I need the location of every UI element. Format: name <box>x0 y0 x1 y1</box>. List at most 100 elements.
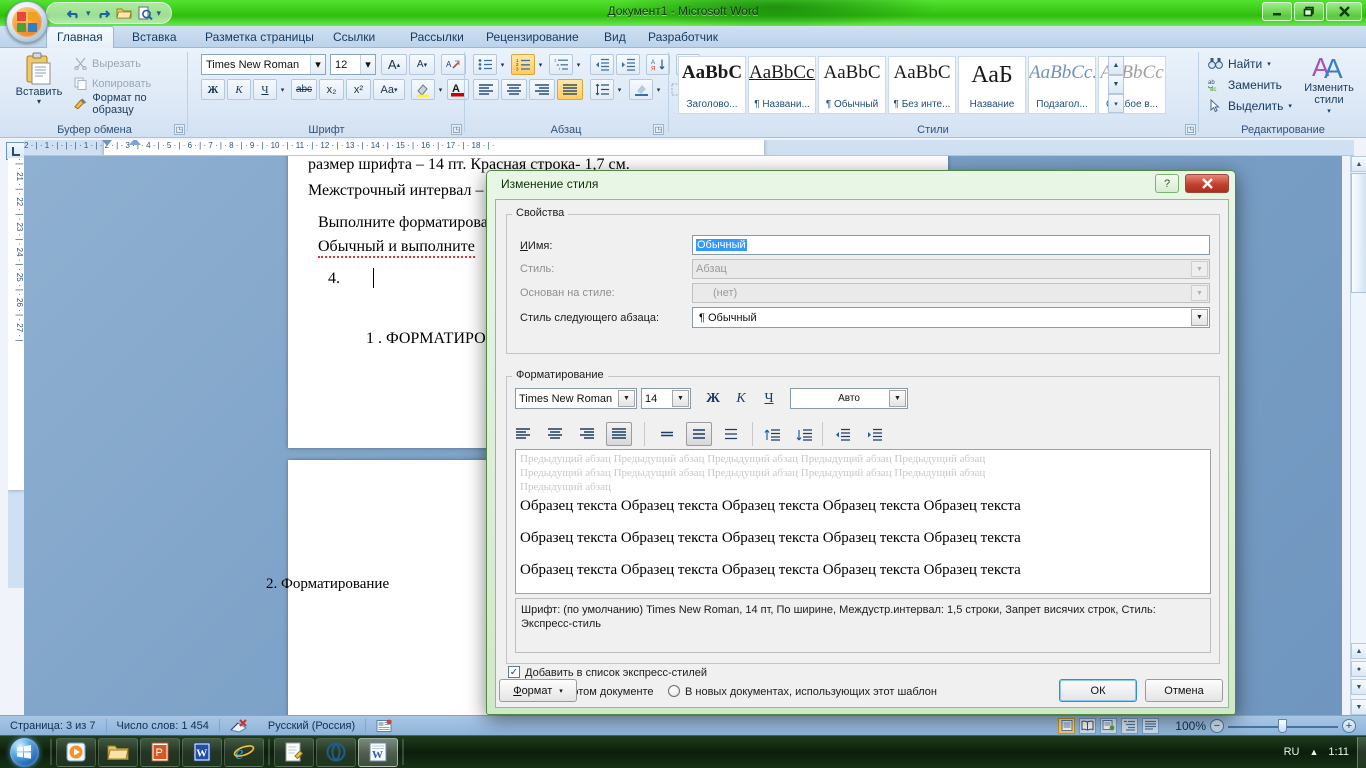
previous-page-button[interactable]: ▲ <box>1351 643 1366 659</box>
scope-new-documents-radio[interactable] <box>668 685 680 697</box>
cancel-button[interactable]: Отмена <box>1145 679 1223 702</box>
increase-indent-icon[interactable] <box>616 54 640 75</box>
view-draft-button[interactable] <box>1142 717 1160 734</box>
cut-button[interactable]: Вырезать <box>72 54 141 73</box>
font-size-dropdown-arrow[interactable]: ▾ <box>360 55 375 74</box>
sort-icon[interactable]: AЯ <box>646 54 670 75</box>
align-left-icon[interactable] <box>473 79 499 100</box>
dialog-help-button[interactable]: ? <box>1155 174 1179 193</box>
tab-view[interactable]: Вид <box>594 26 636 48</box>
undo-button[interactable] <box>65 4 83 22</box>
next-style-select[interactable]: ¶ Обычный ▼ <box>692 307 1210 328</box>
taskbar-powerpoint-icon[interactable]: P <box>140 737 180 767</box>
find-button[interactable]: Найти ▾ <box>1208 53 1271 74</box>
status-language[interactable]: Русский (Россия) <box>258 716 365 736</box>
shading-icon[interactable] <box>629 79 653 100</box>
scrollbar-thumb[interactable] <box>1351 173 1366 293</box>
tab-page-layout[interactable]: Разметка страницы <box>195 26 324 48</box>
ok-button[interactable]: ОК <box>1059 679 1137 702</box>
start-button[interactable] <box>1 737 47 768</box>
dialog-font-size-select[interactable]: 14 ▼ <box>641 388 691 409</box>
format-button-arrow[interactable]: ▾ <box>559 687 563 695</box>
dialog-decrease-indent-icon[interactable] <box>829 422 855 446</box>
style-card-no-spacing[interactable]: AaBbC ¶ Без инте... <box>888 56 956 114</box>
styles-scroll-down-button[interactable]: ▼ <box>1108 75 1124 94</box>
scroll-up-button[interactable]: ▲ <box>1351 156 1366 172</box>
undo-dropdown-arrow[interactable]: ▾ <box>86 8 91 19</box>
close-button[interactable] <box>1326 2 1362 21</box>
dialog-align-center-icon[interactable] <box>542 422 568 446</box>
select-button[interactable]: Выделить ▾ <box>1208 95 1292 116</box>
shading-dropdown-arrow[interactable]: ▾ <box>653 79 664 100</box>
tray-language-indicator[interactable]: RU <box>1284 746 1300 758</box>
numbered-list-icon[interactable]: 123 <box>511 54 535 75</box>
status-proofing-errors-icon[interactable] <box>220 716 258 736</box>
dialog-increase-indent-icon[interactable] <box>861 422 887 446</box>
format-button[interactable]: Формат ▾ <box>499 679 577 702</box>
horizontal-ruler[interactable]: 2 · | · 1 · | · | · | · 1 · | · 2 · | · … <box>24 140 1354 156</box>
tab-mailings[interactable]: Рассылки <box>400 26 474 48</box>
dialog-font-name-dropdown-arrow[interactable]: ▼ <box>618 390 635 407</box>
style-name-input[interactable]: Обычный <box>692 235 1210 255</box>
tab-home[interactable]: Главная <box>46 26 114 48</box>
style-card-subtitle[interactable]: AaBbCc. Подзагол... <box>1028 56 1096 114</box>
dialog-line-spacing-double-icon[interactable] <box>718 422 744 446</box>
shrink-font-button[interactable]: A ▾ <box>409 54 435 75</box>
view-outline-button[interactable] <box>1121 717 1139 734</box>
numbered-list-dropdown-arrow[interactable]: ▾ <box>535 54 546 75</box>
italic-button[interactable]: К <box>227 79 251 100</box>
multilevel-list-icon[interactable]: 1ai <box>549 54 573 75</box>
font-name-dropdown-arrow[interactable]: ▾ <box>310 55 325 74</box>
zoom-out-button[interactable]: − <box>1210 718 1224 733</box>
multilevel-list-dropdown-arrow[interactable]: ▾ <box>573 54 584 75</box>
status-page-number[interactable]: Страница: 3 из 7 <box>0 716 106 736</box>
select-dropdown-arrow[interactable]: ▾ <box>1288 102 1292 110</box>
view-web-layout-button[interactable] <box>1100 717 1118 734</box>
align-justify-icon[interactable] <box>557 79 583 100</box>
dialog-font-color-select[interactable]: Авто ▼ <box>790 388 908 409</box>
highlight-dropdown-arrow[interactable]: ▾ <box>435 79 446 100</box>
vertical-ruler[interactable]: · | · 21 · | · 22 · | · 23 · | · 24 · | … <box>8 158 24 588</box>
bullet-list-dropdown-arrow[interactable]: ▾ <box>497 54 508 75</box>
find-dropdown-arrow[interactable]: ▾ <box>1267 60 1271 68</box>
scroll-down-button[interactable]: ▼ <box>1351 699 1366 715</box>
grow-font-button[interactable]: A ▴ <box>381 54 407 75</box>
subscript-button[interactable]: x₂ <box>319 79 344 100</box>
dialog-align-right-icon[interactable] <box>574 422 600 446</box>
styles-gallery-scrollbar[interactable]: ▲ ▼ ▾ <box>1108 56 1124 114</box>
underline-button[interactable]: Ч <box>253 79 277 100</box>
zoom-slider-handle[interactable] <box>1278 718 1287 733</box>
style-card-heading[interactable]: AaBbC Заголово... <box>678 56 746 114</box>
add-to-quick-styles-checkbox[interactable]: ✓ <box>508 666 520 678</box>
line-spacing-icon[interactable] <box>590 79 614 100</box>
replace-button[interactable]: ab ac Заменить <box>1208 74 1282 95</box>
superscript-button[interactable]: x² <box>346 79 371 100</box>
clipboard-dialog-launcher[interactable]: ◳ <box>174 124 185 135</box>
dialog-font-color-dropdown-arrow[interactable]: ▼ <box>889 390 906 407</box>
styles-scroll-up-button[interactable]: ▲ <box>1108 56 1124 75</box>
paragraph-dialog-launcher[interactable]: ◳ <box>653 124 664 135</box>
tab-review[interactable]: Рецензирование <box>476 26 589 48</box>
taskbar-explorer-icon[interactable] <box>98 737 138 767</box>
style-card-name[interactable]: АаБ Название <box>958 56 1026 114</box>
bold-button[interactable]: Ж <box>201 79 225 100</box>
dialog-font-name-select[interactable]: Times New Roman ▼ <box>515 388 637 409</box>
align-right-icon[interactable] <box>529 79 555 100</box>
zoom-level-label[interactable]: 100% <box>1175 719 1206 733</box>
taskbar-media-player-icon[interactable] <box>56 737 96 767</box>
hanging-indent-marker[interactable] <box>129 140 141 145</box>
open-folder-icon[interactable] <box>115 4 133 22</box>
dialog-line-spacing-single-icon[interactable] <box>654 422 680 446</box>
bullet-list-icon[interactable] <box>473 54 497 75</box>
tray-clock[interactable]: 1:11 <box>1328 746 1349 758</box>
office-button[interactable] <box>6 1 48 43</box>
tab-references[interactable]: Ссылки <box>323 26 385 48</box>
format-painter-button[interactable]: Формат по образцу <box>72 92 187 116</box>
highlight-icon[interactable] <box>411 79 435 100</box>
redo-button[interactable] <box>94 4 112 22</box>
customize-qat-arrow[interactable]: ▾ <box>157 8 162 19</box>
status-word-count[interactable]: Число слов: 1 454 <box>107 716 219 736</box>
print-preview-icon[interactable] <box>136 4 154 22</box>
taskbar-word-document-button[interactable]: W <box>358 737 398 767</box>
decrease-indent-icon[interactable] <box>590 54 614 75</box>
